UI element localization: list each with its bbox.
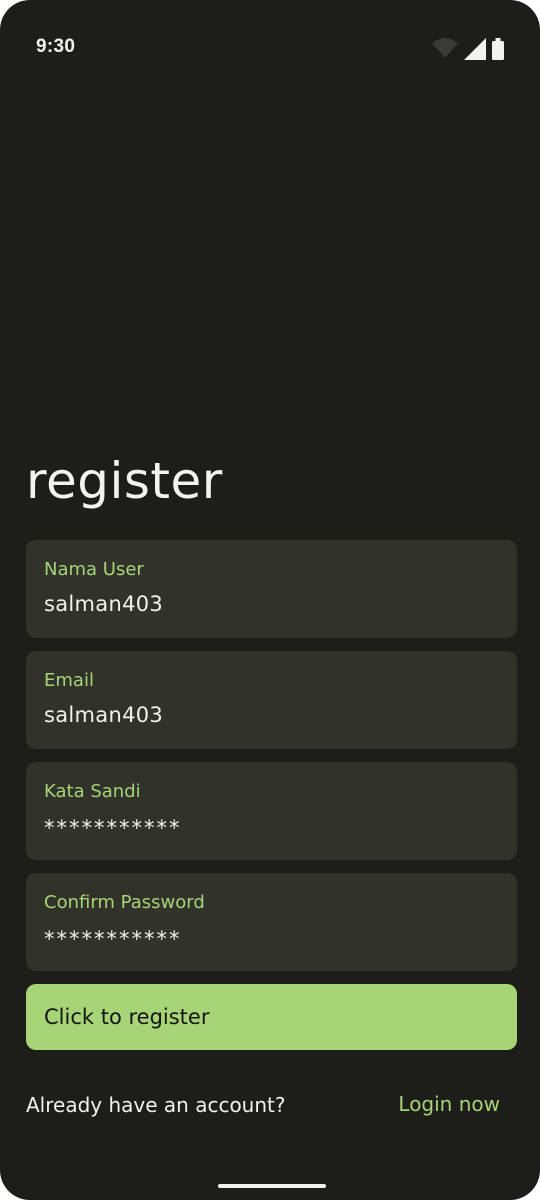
username-field[interactable]: Nama User salman403 <box>26 540 517 638</box>
battery-icon <box>492 38 504 65</box>
password-label: Kata Sandi <box>44 781 141 802</box>
confirm-password-label: Confirm Password <box>44 892 205 913</box>
cellular-signal-icon <box>464 38 486 65</box>
email-input[interactable]: salman403 <box>44 703 484 727</box>
home-indicator[interactable] <box>218 1184 326 1188</box>
page-title: register <box>26 452 223 510</box>
login-now-link[interactable]: Login now <box>398 1092 500 1116</box>
phone-screen: 9:30 register Nama User salman403 Email … <box>0 0 540 1200</box>
status-bar: 9:30 <box>0 0 540 96</box>
confirm-password-input[interactable]: *********** <box>44 927 484 951</box>
register-button[interactable]: Click to register <box>26 984 517 1050</box>
username-input[interactable]: salman403 <box>44 592 484 616</box>
password-input[interactable]: *********** <box>44 816 484 840</box>
status-time: 9:30 <box>36 36 76 57</box>
email-label: Email <box>44 670 94 691</box>
password-field[interactable]: Kata Sandi *********** <box>26 762 517 860</box>
status-icons <box>432 38 504 62</box>
login-prompt: Already have an account? <box>26 1093 286 1117</box>
confirm-password-field[interactable]: Confirm Password *********** <box>26 873 517 971</box>
email-field[interactable]: Email salman403 <box>26 651 517 749</box>
username-label: Nama User <box>44 559 144 580</box>
wifi-icon <box>432 38 458 63</box>
